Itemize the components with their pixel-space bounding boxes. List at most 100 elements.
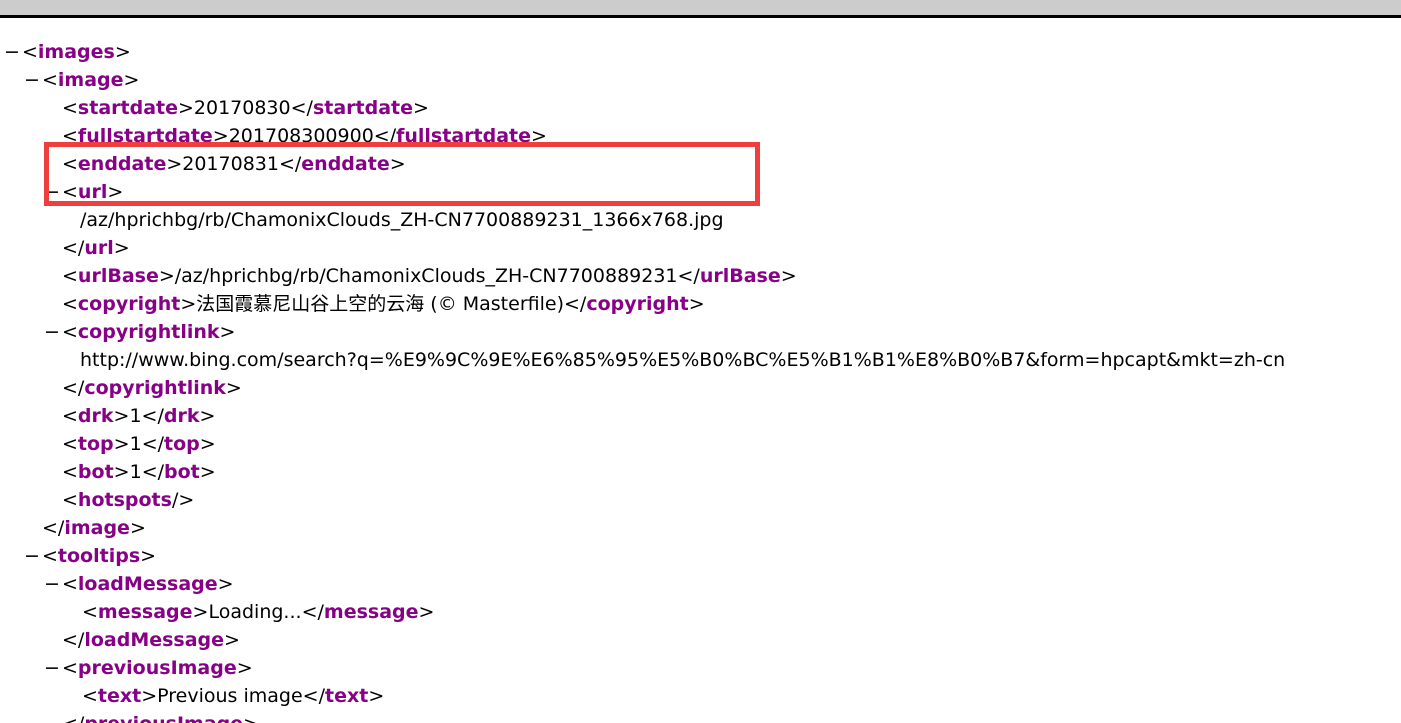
xml-punctuation: > <box>530 125 547 147</box>
xml-tag-name: copyright <box>586 293 689 315</box>
xml-line-content: </previousImage> <box>62 710 259 723</box>
xml-line-content: <previousImage> <box>62 654 253 682</box>
xml-line-content: <startdate>20170830</startdate> <box>62 94 429 122</box>
xml-punctuation: > <box>113 237 130 259</box>
xml-line-content: <images> <box>22 38 131 66</box>
xml-line-content: http://www.bing.com/search?q=%E9%9C%9E%E… <box>80 346 1285 374</box>
xml-line-content: <bot>1</bot> <box>62 458 216 486</box>
xml-punctuation: > <box>113 433 130 455</box>
collapse-toggle-icon[interactable]: − <box>44 654 60 682</box>
xml-punctuation: < <box>62 657 78 679</box>
xml-punctuation: </ <box>301 601 324 623</box>
xml-punctuation: < <box>62 405 78 427</box>
xml-punctuation: </ <box>278 153 302 175</box>
xml-line-content: </url> <box>62 234 130 262</box>
xml-punctuation: </ <box>141 461 165 483</box>
xml-text-value: /az/hprichbg/rb/ChamonixClouds_ZH-CN7700… <box>174 265 678 287</box>
xml-text-value: 1 <box>129 433 142 455</box>
xml-line-content: <url> <box>62 178 123 206</box>
xml-line-content: <message>Loading...</message> <box>82 598 434 626</box>
xml-punctuation: > <box>113 461 130 483</box>
xml-punctuation: > <box>780 265 797 287</box>
xml-text-value: Previous image <box>157 685 303 707</box>
collapse-toggle-icon[interactable]: − <box>44 178 60 206</box>
xml-line: <fullstartdate>201708300900</fullstartda… <box>0 122 1401 150</box>
xml-punctuation: < <box>62 321 78 343</box>
xml-line: </loadMessage> <box>0 626 1401 654</box>
xml-tag-name: fullstartdate <box>77 125 213 147</box>
xml-punctuation: </ <box>290 97 313 119</box>
xml-punctuation: < <box>62 293 78 315</box>
xml-punctuation: </ <box>563 293 587 315</box>
xml-punctuation: > <box>129 517 146 539</box>
xml-punctuation: < <box>62 153 78 175</box>
xml-tag-name: copyrightlink <box>77 321 220 343</box>
xml-tag-name: text <box>97 685 142 707</box>
xml-punctuation: > <box>217 573 234 595</box>
xml-tag-name: fullstartdate <box>396 125 531 147</box>
xml-punctuation: </ <box>62 629 85 651</box>
xml-line: <text>Previous image</text> <box>0 682 1401 710</box>
xml-text-value: 20170831 <box>182 153 279 175</box>
xml-tag-name: url <box>84 237 114 259</box>
xml-line: <urlBase>/az/hprichbg/rb/ChamonixClouds_… <box>0 262 1401 290</box>
xml-tag-name: startdate <box>312 97 414 119</box>
xml-punctuation: < <box>62 489 78 511</box>
xml-tag-name: drk <box>77 405 114 427</box>
xml-line: − <tooltips> <box>0 542 1401 570</box>
xml-tag-name: hotspots <box>77 489 172 511</box>
xml-line: <message>Loading...</message> <box>0 598 1401 626</box>
xml-text-value: 法国霞慕尼山谷上空的云海 (© Masterfile) <box>196 293 564 315</box>
xml-text-value: http://www.bing.com/search?q=%E9%9C%9E%E… <box>80 349 1286 371</box>
xml-punctuation: < <box>82 601 98 623</box>
xml-punctuation: /> <box>171 489 195 511</box>
xml-punctuation: > <box>107 181 124 203</box>
xml-tree-viewer: − <images> − <image> <startdate>20170830</st… <box>0 38 1401 723</box>
xml-line-content: <urlBase>/az/hprichbg/rb/ChamonixClouds_… <box>62 262 797 290</box>
collapse-toggle-icon[interactable]: − <box>24 66 40 94</box>
xml-punctuation: > <box>368 685 385 707</box>
xml-punctuation: </ <box>62 237 85 259</box>
xml-text-value: 1 <box>129 461 142 483</box>
collapse-toggle-icon[interactable]: − <box>44 570 60 598</box>
xml-punctuation: > <box>224 629 240 651</box>
xml-line-content: <copyrightlink> <box>62 318 235 346</box>
xml-tag-name: drk <box>163 405 200 427</box>
collapse-toggle-icon[interactable]: − <box>44 318 60 346</box>
xml-punctuation: > <box>180 293 197 315</box>
xml-punctuation: > <box>212 125 229 147</box>
xml-tag-name: startdate <box>77 97 178 119</box>
xml-punctuation: </ <box>302 685 325 707</box>
xml-line: <bot>1</bot> <box>0 458 1401 486</box>
xml-tag-name: enddate <box>77 153 167 175</box>
xml-punctuation: > <box>140 545 157 567</box>
xml-tag-name: message <box>97 601 193 623</box>
xml-punctuation: </ <box>373 125 397 147</box>
xml-line: − <url> <box>0 178 1401 206</box>
xml-punctuation: < <box>62 125 78 147</box>
xml-line: </previousImage> <box>0 710 1401 723</box>
xml-tag-name: url <box>77 181 108 203</box>
xml-tag-name: previousImage <box>84 713 243 723</box>
xml-punctuation: > <box>199 461 216 483</box>
xml-tag-name: loadMessage <box>77 573 218 595</box>
collapse-toggle-icon[interactable]: − <box>4 38 20 66</box>
xml-line: − <images> <box>0 38 1401 66</box>
xml-line-content: </image> <box>42 514 146 542</box>
xml-punctuation: < <box>62 461 78 483</box>
xml-line: </image> <box>0 514 1401 542</box>
xml-tag-name: previousImage <box>77 657 237 679</box>
xml-line-content: <text>Previous image</text> <box>82 682 384 710</box>
xml-line-content: <drk>1</drk> <box>62 402 215 430</box>
xml-text-value: Loading... <box>208 601 302 623</box>
collapse-toggle-icon[interactable]: − <box>24 542 40 570</box>
xml-line: <enddate>20170831</enddate> <box>0 150 1401 178</box>
xml-punctuation: < <box>62 433 78 455</box>
xml-tag-name: bot <box>77 461 114 483</box>
xml-text-value: /az/hprichbg/rb/ChamonixClouds_ZH-CN7700… <box>80 209 724 231</box>
xml-tag-name: text <box>325 685 369 707</box>
xml-punctuation: > <box>219 321 236 343</box>
xml-tag-name: image <box>57 69 124 91</box>
xml-punctuation: > <box>688 293 705 315</box>
xml-tag-name: urlBase <box>699 265 781 287</box>
